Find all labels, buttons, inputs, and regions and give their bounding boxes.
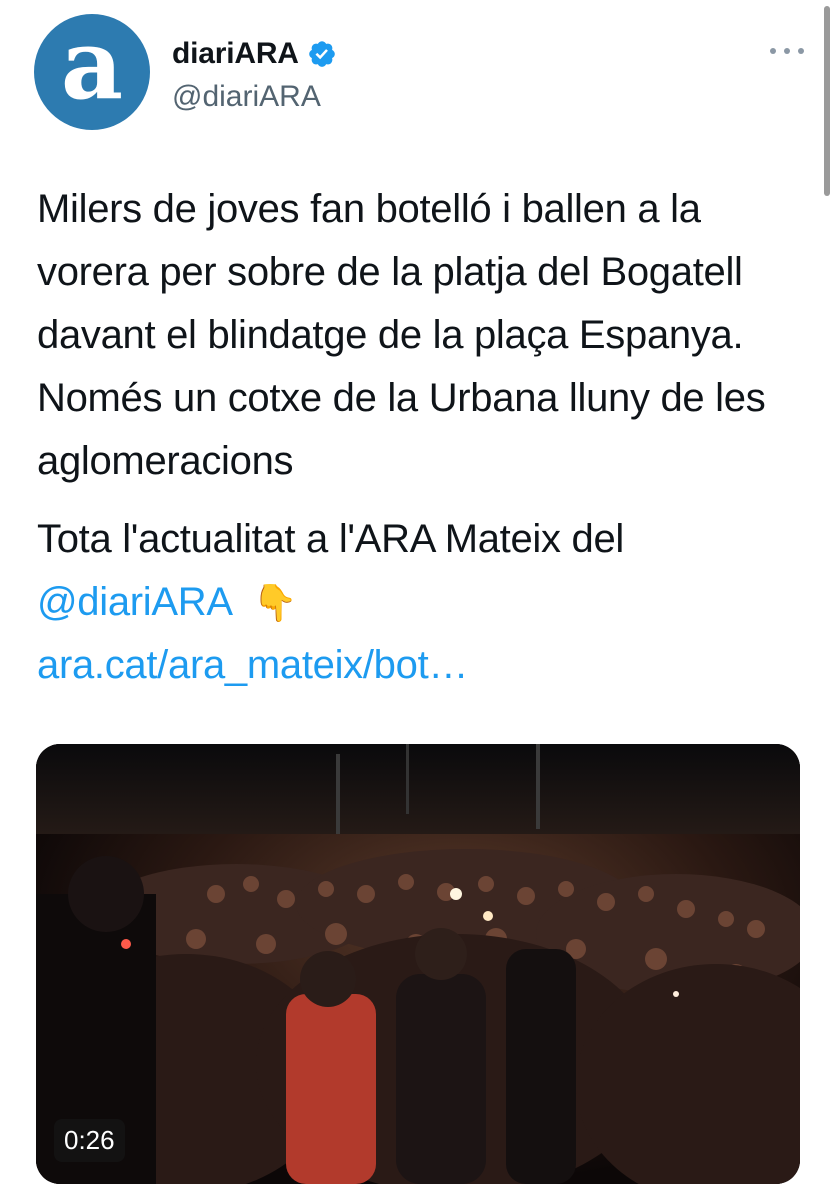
author-names[interactable]: diariARA @diariARA — [172, 34, 337, 114]
tweet-line-prefix: Tota l'actualitat a l'ARA Mateix del — [37, 517, 624, 561]
tweet-header: a diariARA @diariARA — [34, 14, 804, 130]
tweet-page: a diariARA @diariARA Milers de joves fan… — [0, 0, 836, 1200]
pointing-down-hand-icon: 👇 — [252, 582, 298, 623]
video-thumbnail — [36, 744, 800, 1184]
tweet-text-continued: Tota l'actualitat a l'ARA Mateix del @di… — [37, 508, 817, 697]
display-name[interactable]: diariARA — [172, 37, 299, 71]
mention-link[interactable]: @diariARA — [37, 580, 233, 624]
video-player[interactable]: 0:26 — [36, 744, 800, 1184]
scrollbar[interactable] — [824, 6, 830, 196]
video-duration-badge: 0:26 — [54, 1119, 125, 1162]
article-link[interactable]: ara.cat/ara_mateix/bot… — [37, 634, 817, 697]
tweet-text: Milers de joves fan botelló i ballen a l… — [37, 187, 766, 483]
avatar[interactable]: a — [34, 14, 150, 130]
avatar-letter: a — [60, 8, 124, 121]
author-handle[interactable]: @diariARA — [172, 80, 337, 114]
more-options-icon[interactable] — [770, 44, 804, 58]
verified-badge-icon — [308, 41, 335, 67]
